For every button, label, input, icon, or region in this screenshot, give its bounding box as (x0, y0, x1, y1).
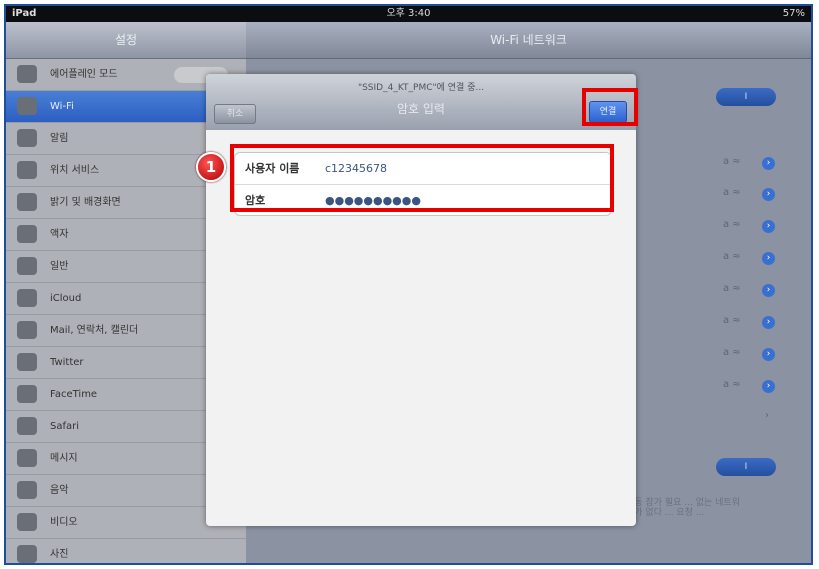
step-badge: 1 (196, 152, 226, 182)
sidebar-item-label: 밝기 및 배경화면 (50, 197, 121, 208)
lock-icon: a ≈ (723, 156, 741, 167)
music-icon (17, 481, 37, 499)
network-row[interactable]: a ≈ › (723, 315, 775, 331)
sidebar-item-label: Wi-Fi (50, 101, 74, 112)
wifi-toggle[interactable]: I (716, 88, 776, 106)
info-icon[interactable]: › (762, 380, 775, 393)
clock: 오후 3:40 (386, 8, 431, 19)
photos-icon (17, 545, 37, 563)
info-icon[interactable]: › (762, 188, 775, 201)
sidebar-item-label: Twitter (50, 357, 84, 368)
sidebar-item-label: iCloud (50, 293, 82, 304)
lock-icon: a ≈ (723, 283, 741, 294)
cloud-icon (17, 289, 37, 307)
network-row[interactable]: a ≈ › (723, 283, 775, 299)
info-icon[interactable]: › (762, 157, 775, 170)
mail-icon (17, 321, 37, 339)
sidebar-item-label: 일반 (50, 261, 69, 272)
battery-indicator: 57% (782, 8, 805, 19)
network-row[interactable]: a ≈ › (723, 156, 775, 172)
form-highlight (230, 144, 614, 212)
twitter-icon (17, 353, 37, 371)
video-icon (17, 513, 37, 531)
network-row[interactable]: a ≈ › (723, 219, 775, 235)
other-network-chevron-icon[interactable]: › (765, 410, 775, 426)
ipad-screen: iPad 오후 3:40 57% 설정 에어플레인 모드 Wi-Fi 알림위치 서비… (4, 4, 813, 565)
brightness-icon (17, 193, 37, 211)
safari-icon (17, 417, 37, 435)
ask-to-join-toggle[interactable]: I (716, 458, 776, 476)
network-name: "SSID_4_KT_PMC"에 연결 중... (357, 83, 485, 93)
lock-icon: a ≈ (723, 379, 741, 390)
lock-icon: a ≈ (723, 315, 741, 326)
settings-title: 설정 (6, 22, 246, 59)
network-row[interactable]: a ≈ › (723, 187, 775, 203)
airplane-icon (17, 65, 37, 83)
dialog-title: 암호 입력 (397, 102, 445, 116)
info-icon[interactable]: › (762, 316, 775, 329)
info-icon[interactable]: › (762, 348, 775, 361)
picture-frame-icon (17, 225, 37, 243)
network-row[interactable]: a ≈ › (723, 347, 775, 363)
sidebar-item-label: 메시지 (50, 453, 78, 464)
status-bar: iPad 오후 3:40 57% (6, 6, 811, 22)
info-icon[interactable]: › (762, 220, 775, 233)
wifi-title: Wi-Fi 네트워크 (246, 22, 811, 59)
sidebar-item-label: 알림 (50, 133, 69, 144)
gear-icon (17, 257, 37, 275)
lock-icon: a ≈ (723, 187, 741, 198)
lock-icon: a ≈ (723, 219, 741, 230)
sidebar-item-label: 사진 (50, 549, 69, 560)
sidebar-item-label: Mail, 연락처, 캘린더 (50, 325, 139, 336)
notification-icon (17, 129, 37, 147)
lock-icon: a ≈ (723, 251, 741, 262)
sidebar-item-label: 음악 (50, 485, 69, 496)
facetime-icon (17, 385, 37, 403)
sidebar-item-label: 비디오 (50, 517, 78, 528)
network-row[interactable]: a ≈ › (723, 379, 775, 395)
sidebar-item-label: 액자 (50, 229, 69, 240)
sidebar-item-label: 에어플레인 모드 (50, 69, 118, 80)
sidebar-item[interactable]: 사진 (6, 539, 246, 563)
password-dialog: "SSID_4_KT_PMC"에 연결 중... 암호 입력 취소 연결 사용자… (206, 74, 636, 526)
dialog-header: "SSID_4_KT_PMC"에 연결 중... 암호 입력 취소 연결 (206, 74, 636, 130)
sidebar-item-label: FaceTime (50, 389, 98, 400)
message-icon (17, 449, 37, 467)
info-icon[interactable]: › (762, 284, 775, 297)
footnote-text: 수동 참가 필요 ... 없는 네트워크가 없다 ... 요청 ... (626, 498, 740, 518)
lock-icon: a ≈ (723, 347, 741, 358)
location-icon (17, 161, 37, 179)
network-row[interactable]: a ≈ › (723, 251, 775, 267)
cancel-button[interactable]: 취소 (214, 104, 256, 124)
info-icon[interactable]: › (762, 252, 775, 265)
sidebar-item-label: Safari (50, 421, 80, 432)
sidebar-item-label: 위치 서비스 (50, 165, 100, 176)
wifi-icon (17, 97, 37, 115)
join-button-highlight (582, 88, 638, 126)
